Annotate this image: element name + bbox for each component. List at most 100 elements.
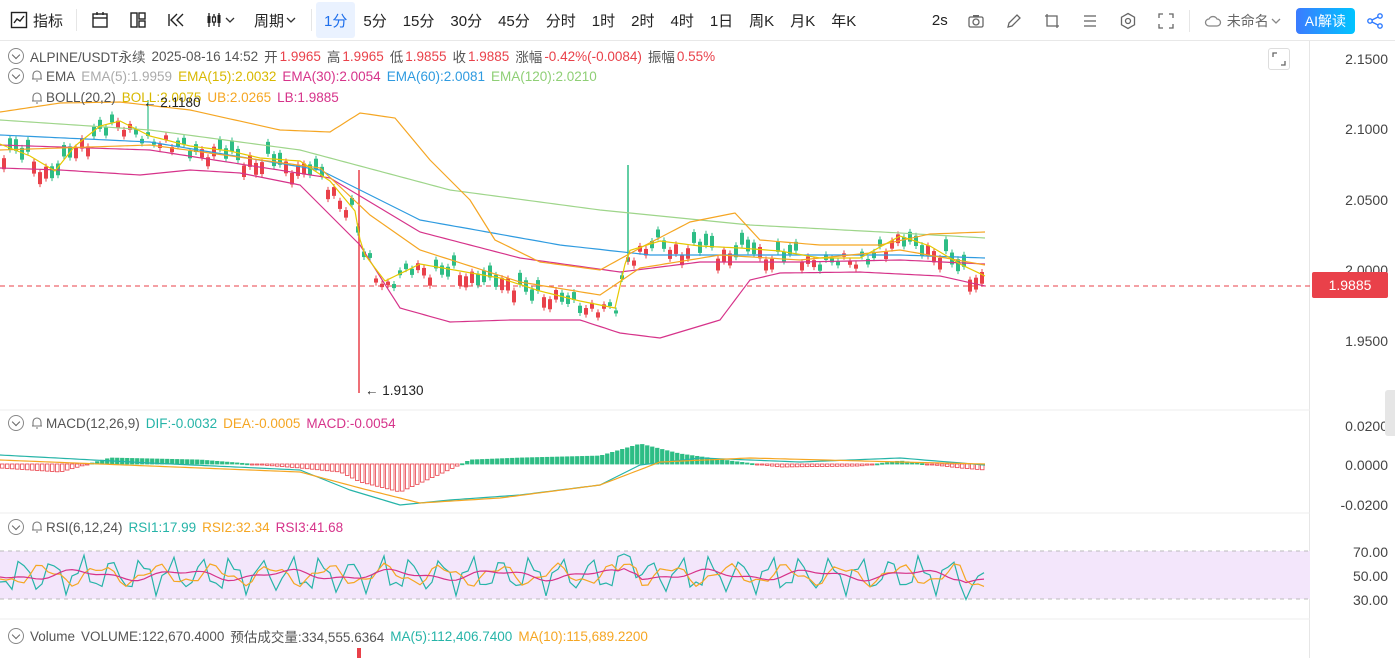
ema30-value: EMA(30):2.0054 bbox=[282, 68, 381, 84]
bell-icon[interactable] bbox=[30, 69, 44, 83]
replay-button[interactable] bbox=[157, 0, 195, 41]
interval-tab[interactable]: 30分 bbox=[442, 0, 490, 41]
collapse-toggle-icon[interactable] bbox=[8, 48, 24, 64]
bell-icon[interactable] bbox=[30, 416, 44, 430]
volume-ma10: MA(10):115,689.2200 bbox=[518, 628, 648, 644]
rsi-tick: 50.00 bbox=[1352, 568, 1388, 584]
macd-histogram-bar bbox=[460, 463, 465, 466]
layout-name-dropdown[interactable]: 未命名 bbox=[1194, 0, 1292, 41]
macd-histogram-bar bbox=[60, 463, 65, 472]
macd-histogram-bar bbox=[440, 463, 445, 474]
macd-histogram-bar bbox=[645, 445, 650, 465]
macd-histogram-bar bbox=[390, 463, 395, 491]
collapse-toggle-icon[interactable] bbox=[8, 68, 24, 84]
side-panel-handle[interactable] bbox=[1385, 390, 1395, 436]
toolbar-divider bbox=[76, 9, 78, 31]
expand-pane-button[interactable] bbox=[1268, 48, 1290, 70]
interval-tab[interactable]: 分时 bbox=[538, 0, 584, 41]
macd-histogram-bar bbox=[610, 451, 615, 465]
volume-bar bbox=[357, 648, 361, 658]
macd-histogram-bar bbox=[455, 463, 460, 467]
candle-body bbox=[698, 241, 702, 253]
macd-histogram-bar bbox=[850, 463, 855, 467]
macd-histogram-bar bbox=[800, 463, 805, 468]
indicators-button[interactable]: 指标 bbox=[0, 0, 72, 41]
macd-histogram-bar bbox=[405, 463, 410, 490]
collapse-toggle-icon[interactable] bbox=[8, 415, 24, 431]
bell-icon[interactable] bbox=[30, 520, 44, 534]
macd-histogram-bar bbox=[225, 461, 230, 465]
interval-tab[interactable]: 2时 bbox=[623, 0, 662, 41]
macd-histogram-bar bbox=[235, 462, 240, 465]
layout-button[interactable] bbox=[119, 0, 157, 41]
macd-histogram-bar bbox=[190, 459, 195, 465]
macd-histogram-bar bbox=[345, 463, 350, 476]
settings-button[interactable] bbox=[1109, 0, 1147, 41]
candle-body bbox=[854, 264, 858, 269]
interval-tab[interactable]: 1日 bbox=[702, 0, 741, 41]
macd-histogram-bar bbox=[475, 459, 480, 465]
macd-histogram-bar bbox=[465, 460, 470, 465]
collapse-toggle-icon[interactable] bbox=[8, 519, 24, 535]
interval-tab[interactable]: 年K bbox=[823, 0, 864, 41]
candle-body bbox=[800, 262, 804, 271]
macd-tick: 0.0200 bbox=[1345, 418, 1388, 434]
calendar-button[interactable] bbox=[81, 0, 119, 41]
macd-histogram-bar bbox=[480, 459, 485, 465]
price-tick: 2.0500 bbox=[1345, 192, 1388, 208]
candle-body bbox=[212, 146, 216, 157]
draw-button[interactable] bbox=[995, 0, 1033, 41]
interval-tab[interactable]: 周K bbox=[741, 0, 782, 41]
candle-body bbox=[500, 278, 504, 291]
interval-tab[interactable]: 1分 bbox=[316, 2, 356, 38]
interval-tab[interactable]: 45分 bbox=[490, 0, 538, 41]
macd-histogram-bar bbox=[545, 456, 550, 465]
macd-histogram-bar bbox=[740, 462, 745, 465]
macd-histogram-bar bbox=[485, 458, 490, 465]
macd-histogram-bar bbox=[270, 463, 275, 467]
macd-histogram-bar bbox=[470, 459, 475, 465]
collapse-toggle-icon[interactable] bbox=[8, 628, 24, 644]
period-dropdown[interactable]: 周期 bbox=[245, 0, 307, 41]
crop-icon bbox=[1042, 11, 1062, 31]
macd-legend: MACD(12,26,9) DIF:-0.0032 DEA:-0.0005 MA… bbox=[8, 415, 402, 431]
macd-histogram-bar bbox=[335, 463, 340, 473]
screenshot-button[interactable] bbox=[957, 0, 995, 41]
interval-tab[interactable]: 15分 bbox=[395, 0, 443, 41]
macd-histogram-bar bbox=[780, 463, 785, 468]
candle-body bbox=[230, 140, 234, 152]
macd-histogram-bar bbox=[170, 458, 175, 465]
macd-histogram-bar bbox=[350, 463, 355, 479]
macd-histogram-bar bbox=[395, 463, 400, 492]
interval-tab[interactable]: 4时 bbox=[662, 0, 701, 41]
camera-icon bbox=[966, 11, 986, 31]
crop-button[interactable] bbox=[1033, 0, 1071, 41]
refresh-label: 2s bbox=[931, 12, 948, 29]
interval-tab[interactable]: 月K bbox=[782, 0, 823, 41]
symbol-label: ALPINE/USDT永续 bbox=[30, 50, 146, 65]
chart-type-button[interactable] bbox=[195, 0, 245, 41]
candle-body bbox=[182, 137, 186, 145]
chart-canvas[interactable] bbox=[0, 41, 1310, 658]
bell-icon[interactable] bbox=[30, 91, 44, 105]
open-value: 1.9965 bbox=[279, 48, 321, 64]
candle-body bbox=[692, 232, 696, 243]
list-button[interactable] bbox=[1071, 0, 1109, 41]
macd-histogram-bar bbox=[515, 457, 520, 465]
interval-tab[interactable]: 5分 bbox=[355, 0, 394, 41]
macd-histogram-bar bbox=[680, 453, 685, 465]
candle-body bbox=[464, 276, 468, 288]
macd-histogram-bar bbox=[655, 447, 660, 465]
interval-tab[interactable]: 1时 bbox=[584, 0, 623, 41]
macd-histogram-bar bbox=[500, 458, 505, 465]
macd-histogram-bar bbox=[280, 463, 285, 467]
refresh-rate-button[interactable]: 2s bbox=[923, 0, 957, 41]
macd-histogram-bar bbox=[955, 463, 960, 469]
ai-analysis-button[interactable]: AI解读 bbox=[1295, 7, 1355, 34]
macd-histogram-bar bbox=[935, 463, 940, 466]
candle-body bbox=[380, 283, 384, 288]
share-button[interactable] bbox=[1363, 0, 1395, 41]
ema60-line bbox=[0, 134, 986, 259]
candle-body bbox=[326, 189, 330, 200]
fullscreen-button[interactable] bbox=[1147, 0, 1185, 41]
